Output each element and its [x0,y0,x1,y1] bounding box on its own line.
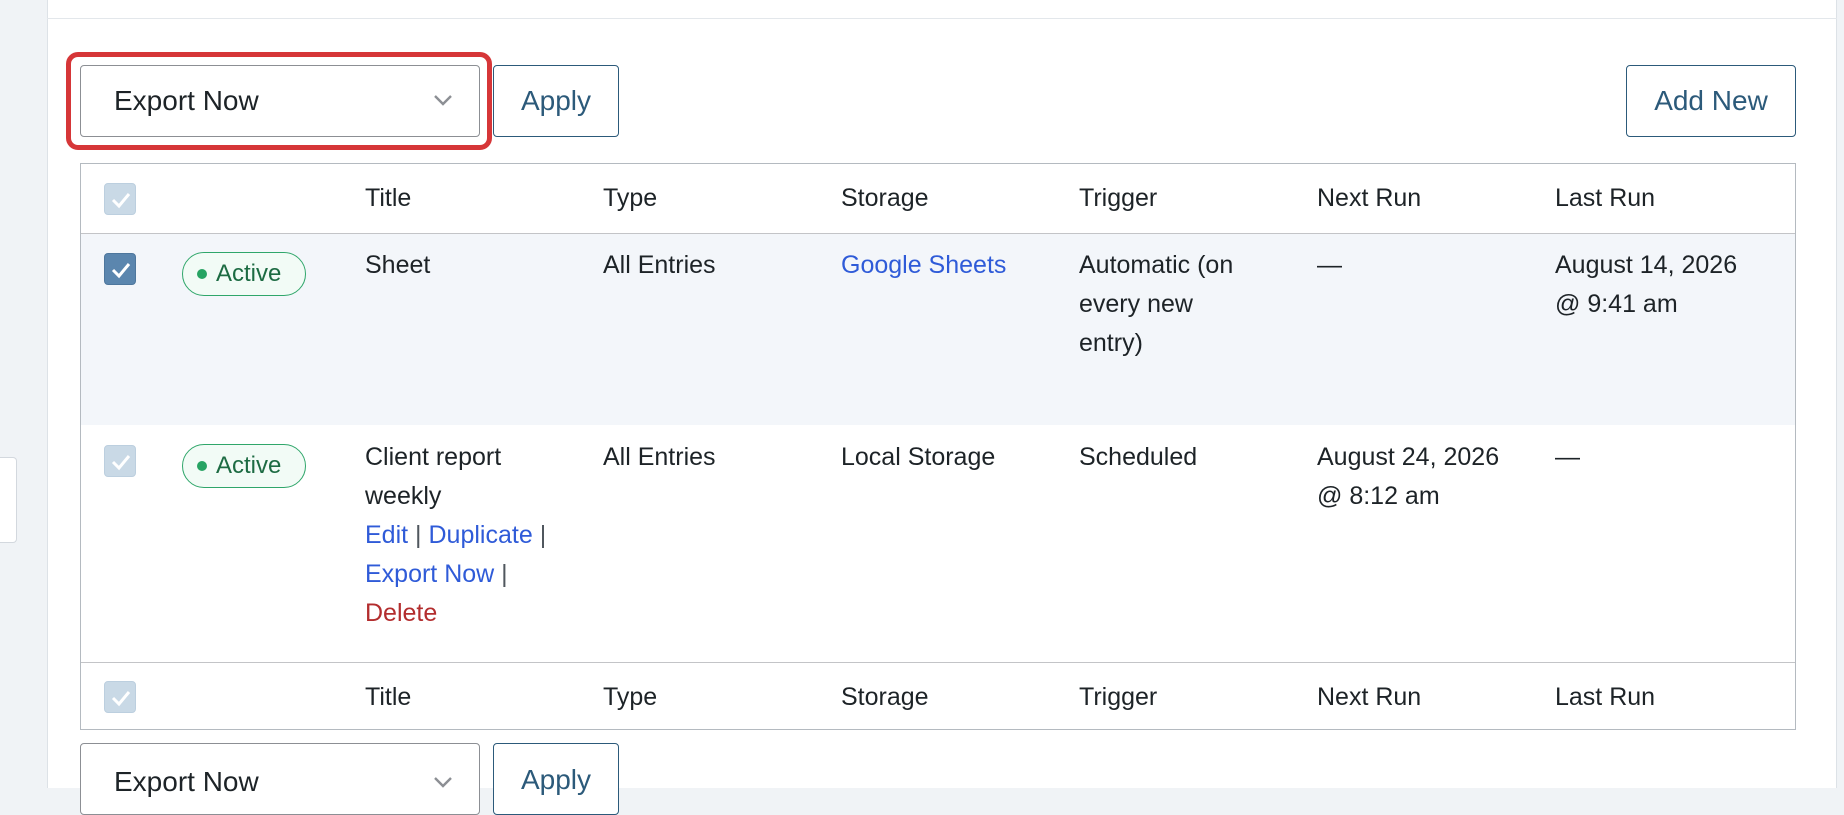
row-actions: Delete [365,594,546,633]
row-trigger: Automatic (on every new entry) [1079,246,1233,363]
column-last-run[interactable]: Last Run [1555,179,1655,218]
row-last-run: August 14, 2026 @ 9:41 am [1555,246,1737,324]
table-row: Active Client report weekly Edit | Dupli… [81,425,1795,662]
duplicate-link[interactable]: Duplicate [429,521,533,549]
title-line: Client report [365,443,502,471]
last-run-time: @ 9:41 am [1555,290,1678,318]
chevron-down-icon [434,777,452,788]
title-line: weekly [365,482,442,510]
select-all-checkbox[interactable] [104,681,136,713]
export-now-link[interactable]: Export Now [365,560,494,588]
storage-link[interactable]: Google Sheets [841,246,1006,285]
row-last-run: — [1555,443,1580,471]
column-type: Type [603,683,658,711]
bulk-actions-select-bottom[interactable]: Export Now [80,743,480,815]
trigger-line: Automatic (on [1079,251,1234,279]
status-label: Active [216,452,282,479]
separator: | [501,560,508,588]
chevron-down-icon [434,95,452,106]
status-badge: Active [182,444,306,488]
edit-link[interactable]: Edit [365,521,408,549]
panel-divider [47,18,1837,19]
column-trigger: Trigger [1079,184,1158,212]
row-trigger: Scheduled [1079,443,1198,471]
row-title[interactable]: Client report weekly Edit | Duplicate | … [365,438,546,633]
row-checkbox[interactable] [104,445,136,477]
separator: | [415,521,422,549]
last-run-date: August 14, 2026 [1555,251,1738,279]
column-storage: Storage [841,184,929,212]
column-last-run[interactable]: Last Run [1555,678,1655,717]
column-title[interactable]: Title [365,179,411,218]
row-next-run: — [1317,251,1342,279]
check-icon [111,193,131,209]
trigger-line: entry) [1079,329,1143,357]
bulk-actions-value: Export Now [114,85,259,116]
trigger-line: every new [1079,290,1193,318]
delete-link[interactable]: Delete [365,599,437,627]
row-title[interactable]: Sheet [365,246,430,285]
check-icon [111,691,131,707]
status-badge: Active [182,252,306,296]
row-actions: Export Now | [365,555,546,594]
column-next-run[interactable]: Next Run [1317,678,1421,717]
row-type: All Entries [603,443,716,471]
next-run-time: @ 8:12 am [1317,482,1440,510]
table-row: Active Sheet All Entries Google Sheets A… [81,234,1795,425]
table-footer-row: Title Type Storage Trigger Next Run Last… [81,662,1795,731]
add-new-button[interactable]: Add New [1626,65,1796,137]
row-type: All Entries [603,251,716,279]
check-icon [111,263,131,279]
status-label: Active [216,260,282,287]
column-title[interactable]: Title [365,678,411,717]
column-type: Type [603,184,658,212]
status-dot-icon [197,269,207,279]
bulk-actions-value: Export Now [114,766,259,797]
separator: | [539,521,547,549]
apply-button[interactable]: Apply [493,65,619,137]
column-trigger: Trigger [1079,683,1158,711]
column-next-run[interactable]: Next Run [1317,179,1421,218]
row-checkbox[interactable] [104,253,136,285]
column-storage: Storage [841,683,929,711]
row-actions: Edit | Duplicate | [365,516,546,555]
next-run-date: August 24, 2026 [1317,443,1500,471]
check-icon [111,455,131,471]
apply-button-bottom[interactable]: Apply [493,743,619,815]
exports-table: Title Type Storage Trigger Next Run Last… [80,163,1796,730]
bulk-actions-select[interactable]: Export Now [80,65,480,137]
row-next-run: August 24, 2026 @ 8:12 am [1317,438,1499,516]
select-all-checkbox[interactable] [104,183,136,215]
status-dot-icon [197,461,207,471]
table-header-row: Title Type Storage Trigger Next Run Last… [81,164,1795,234]
side-panel-edge [0,457,17,543]
row-storage: Local Storage [841,443,996,471]
